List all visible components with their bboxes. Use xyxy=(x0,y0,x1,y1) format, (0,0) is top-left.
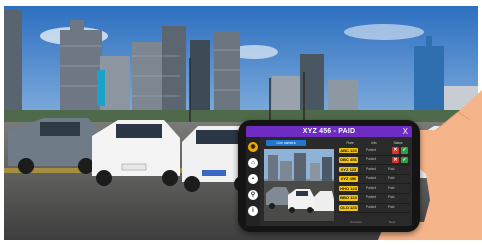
plate-status: Paid xyxy=(388,195,395,200)
plate-row[interactable]: DBC 456 Parked ✕ ✓ xyxy=(338,156,410,166)
camera-icon[interactable]: ◉ xyxy=(248,142,258,152)
plate-info: Parked xyxy=(366,195,377,200)
accept-icon[interactable]: ✓ xyxy=(401,156,408,164)
plate-status: Paid xyxy=(388,166,395,171)
plate-info: Parked xyxy=(366,166,377,171)
license-plate: BBO 123 xyxy=(339,195,358,201)
license-plate: XYZ 123 xyxy=(339,166,358,173)
license-plate: DBC 456 xyxy=(339,157,358,163)
main-content: Live camera Plate Info Status ABC 123 Pa… xyxy=(260,137,412,226)
license-plate: ABC 123 xyxy=(339,147,358,153)
sidebar: ◉ ⌂ ▪ ⚲ i xyxy=(246,137,260,226)
plate-info: Parked xyxy=(366,205,377,210)
search-icon[interactable]: ⚲ xyxy=(248,190,258,200)
plate-list: Plate Info Status ABC 123 Parked ✕ ✓ DBC… xyxy=(338,140,410,214)
plate-info: Parked xyxy=(366,157,377,162)
reject-icon[interactable]: ✕ xyxy=(392,156,399,164)
info-icon[interactable]: i xyxy=(248,206,258,216)
next-button[interactable]: Next xyxy=(374,219,410,225)
plate-row[interactable]: XYZ 123 Parked Paid xyxy=(338,165,410,175)
plate-row[interactable]: XYZ 456 Parked Paid xyxy=(338,175,410,185)
plate-row[interactable]: HHO 123 Parked Paid xyxy=(338,184,410,194)
plate-info: Parked xyxy=(366,176,377,181)
live-camera-button[interactable]: Live camera xyxy=(266,140,306,146)
home-icon[interactable]: ⌂ xyxy=(248,158,258,168)
license-plate: XYZ 456 xyxy=(339,176,358,182)
camera-feed[interactable] xyxy=(264,149,334,221)
app-title: XYZ 456 - PAID xyxy=(302,128,356,135)
plate-status: Paid xyxy=(388,185,395,190)
plate-row[interactable]: BBO 123 Parked Paid xyxy=(338,194,410,204)
close-icon[interactable]: X xyxy=(403,126,408,137)
title-bar: XYZ 456 - PAID X xyxy=(246,126,412,137)
reject-icon[interactable]: ✕ xyxy=(392,147,399,154)
plate-info: Parked xyxy=(366,185,377,190)
plate-status: Paid xyxy=(388,176,395,181)
accept-icon[interactable]: ✓ xyxy=(401,147,408,154)
plate-info: Parked xyxy=(366,147,377,152)
phone-screen: XYZ 456 - PAID X ◉ ⌂ ▪ ⚲ i Live camera P… xyxy=(246,126,412,226)
previous-button[interactable]: Previous xyxy=(338,219,374,225)
smartphone: XYZ 456 - PAID X ◉ ⌂ ▪ ⚲ i Live camera P… xyxy=(238,120,420,232)
plate-row[interactable]: OLO 123 Parked Paid xyxy=(338,204,410,214)
pagination: Previous Next xyxy=(338,219,410,225)
license-plate: OLO 123 xyxy=(339,205,358,211)
license-plate: HHO 123 xyxy=(339,185,358,192)
plate-row[interactable]: ABC 123 Parked ✕ ✓ xyxy=(338,146,410,156)
plate-status: Paid xyxy=(388,205,395,210)
car-icon[interactable]: ▪ xyxy=(248,174,258,184)
